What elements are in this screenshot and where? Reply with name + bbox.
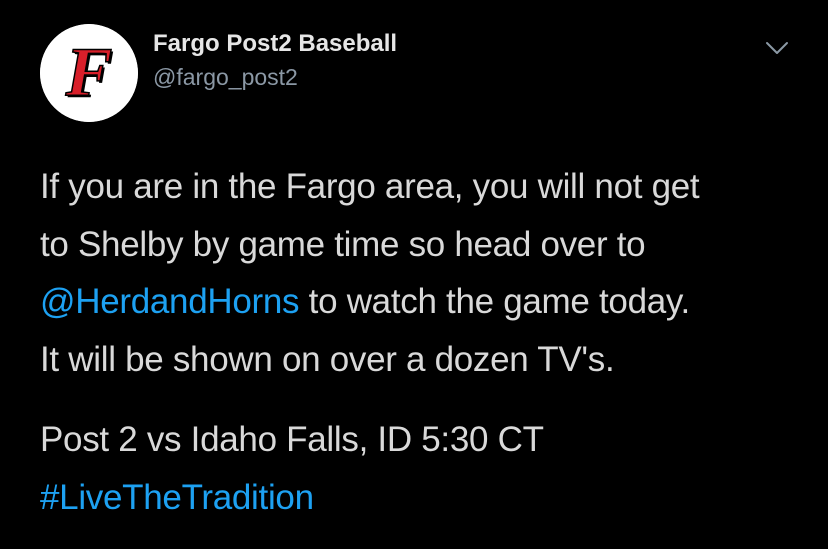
tweet-line-2: to Shelby by game time so head over to [40,224,646,264]
hashtag-link[interactable]: #LiveTheTradition [40,469,800,527]
mention-link[interactable]: @HerdandHorns [40,282,300,321]
fargo-f-logo-icon: F F [40,24,138,122]
tweet-line-1: If you are in the Fargo area, you will n… [40,167,700,206]
tweet-line-4: It will be shown on over a dozen TV's. [40,339,615,379]
tweet-line-5: Post 2 vs Idaho Falls, ID 5:30 CT [40,420,544,459]
tweet-text-paragraph-2: Post 2 vs Idaho Falls, ID 5:30 CT #LiveT… [40,411,800,526]
tweet-line-3: @HerdandHorns to watch the game today. [40,273,800,331]
user-handle[interactable]: @fargo_post2 [153,64,298,91]
tweet-text: If you are in the Fargo area, you will n… [40,158,800,388]
avatar[interactable]: F F [40,24,138,122]
avatar-letter-fg: F [65,34,113,111]
tweet-card: F F Fargo Post2 Baseball @fargo_post2 If… [0,0,828,549]
chevron-down-icon[interactable] [762,36,792,60]
display-name[interactable]: Fargo Post2 Baseball [153,30,397,58]
tweet-line-3-rest: to watch the game today. [299,282,691,321]
